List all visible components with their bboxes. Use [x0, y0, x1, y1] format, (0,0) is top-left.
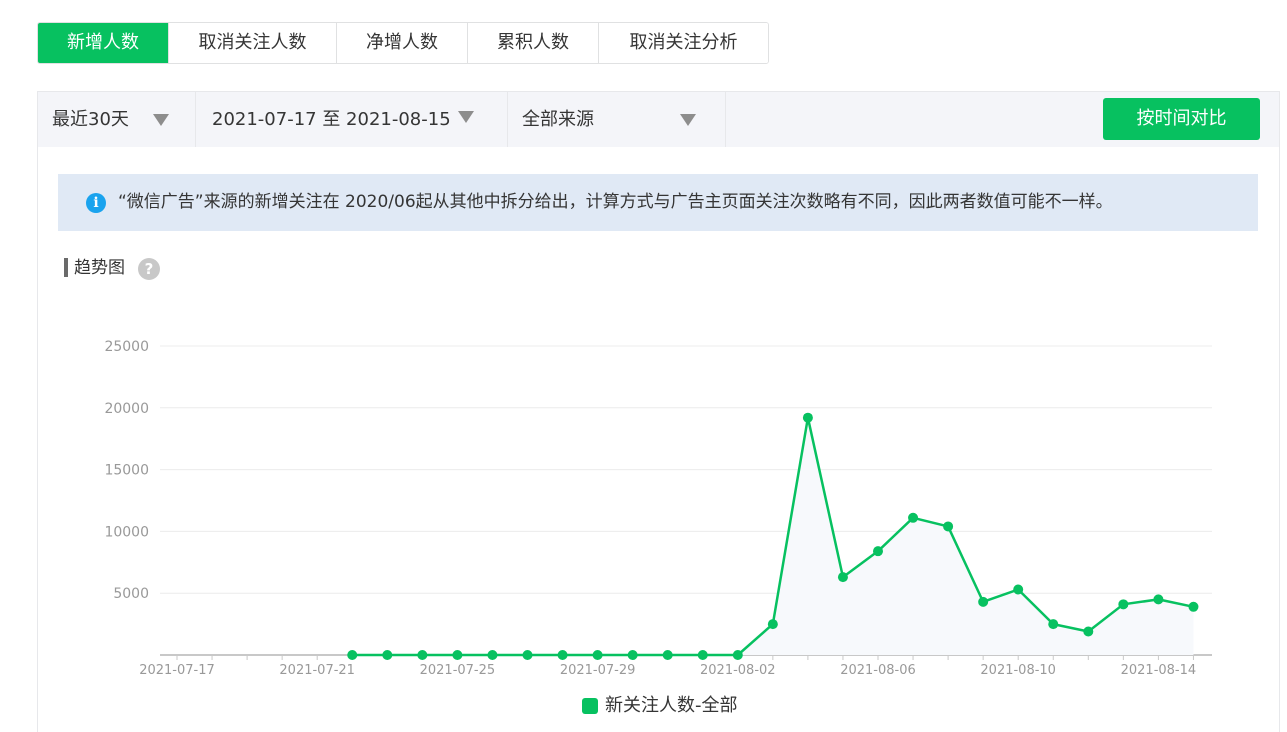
data-point — [627, 650, 638, 660]
x-tick-label: 2021-08-06 — [840, 663, 916, 678]
data-point — [1083, 626, 1094, 637]
data-point — [1188, 601, 1199, 612]
data-point — [732, 650, 743, 660]
x-tick-label: 2021-07-21 — [279, 663, 355, 678]
data-point — [837, 572, 848, 583]
legend-swatch — [582, 698, 598, 714]
x-tick-label: 2021-08-14 — [1121, 663, 1197, 678]
data-point — [697, 650, 708, 660]
data-point — [943, 521, 954, 532]
data-point — [767, 619, 778, 630]
data-point — [1153, 594, 1164, 605]
data-point — [557, 650, 568, 660]
y-tick-label: 25000 — [104, 339, 149, 355]
x-tick-label: 2021-08-02 — [700, 663, 776, 678]
legend-label: 新关注人数-全部 — [605, 695, 738, 716]
x-tick-label: 2021-07-25 — [420, 663, 496, 678]
data-point — [417, 650, 428, 660]
y-tick-label: 15000 — [104, 463, 149, 479]
data-point — [522, 650, 533, 660]
trend-chart: 5000 10000 15000 20000 25000 2021-07-17 2021-0… — [104, 339, 1212, 678]
x-tick-label: 2021-07-29 — [560, 663, 636, 678]
data-point — [452, 650, 463, 660]
x-tick-label: 2021-08-10 — [980, 663, 1056, 678]
data-point — [347, 650, 358, 660]
data-point — [978, 596, 989, 607]
y-tick-label: 5000 — [113, 586, 149, 602]
data-point — [1048, 619, 1059, 630]
data-point — [873, 546, 883, 557]
data-point — [1013, 584, 1024, 595]
x-tick-label: 2021-07-17 — [139, 663, 215, 678]
y-tick-label: 20000 — [104, 401, 149, 417]
data-point — [908, 512, 919, 523]
data-point — [592, 650, 603, 660]
data-point — [382, 650, 393, 660]
data-point — [1118, 599, 1129, 610]
data-point — [487, 650, 498, 660]
data-point — [802, 412, 813, 423]
y-tick-label: 10000 — [104, 524, 149, 540]
data-point — [662, 650, 673, 660]
